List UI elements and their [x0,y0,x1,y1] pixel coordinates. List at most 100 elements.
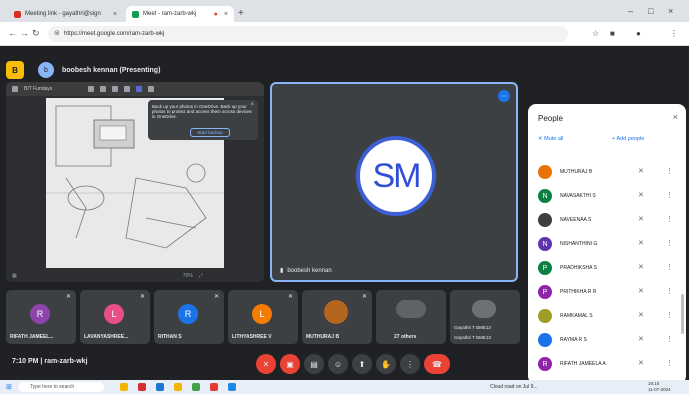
start-backup-button[interactable]: Start backup [190,128,230,137]
add-people-label: Add people [616,136,645,142]
participant-tile[interactable]: ✕ L LAVANYASHREE... [80,290,150,344]
weather-widget[interactable]: Cloud road on Jul 9... [490,384,538,390]
mic-off-icon[interactable]: ✕ [638,215,644,223]
list-item[interactable]: P PRADHIKSHA S ✕ ⋮ [528,258,686,278]
scrollbar[interactable] [681,294,684,334]
taskbar-app-icon[interactable] [228,383,236,391]
more-vert-icon[interactable]: ⋮ [666,239,673,247]
more-vert-icon[interactable]: ⋮ [666,359,673,367]
more-vert-icon[interactable]: ⋮ [666,311,673,319]
taskbar-app-icon[interactable] [120,383,128,391]
close-popup-icon[interactable]: × [250,102,254,108]
participant-tile[interactable]: ✕ L LITHYASHREE V [228,290,298,344]
windows-start-icon[interactable]: ⊞ [6,383,12,391]
onedrive-backup-popup: × Back up your photos in OneDrive. Back … [148,100,258,140]
more-vert-icon[interactable]: ⋮ [666,191,673,199]
present-button[interactable]: ⬆ [352,354,372,374]
mic-off-icon[interactable]: ✕ [638,263,644,271]
taskbar-app-icon[interactable] [138,383,146,391]
close-tab-icon[interactable]: × [224,11,228,18]
minimize-icon[interactable]: – [628,6,633,16]
mic-off-icon[interactable]: ✕ [638,239,644,247]
meeting-code: ram-zarb-wkj [44,358,88,365]
list-item[interactable]: RAMKAMAL S ✕ ⋮ [528,306,686,326]
browser-tab-meeting-link[interactable]: Meeting link - gayathri@sign × [8,6,123,22]
close-tab-icon[interactable]: × [113,11,117,18]
participant-name: PRADHIKSHA S [560,265,597,271]
site-info-icon[interactable]: ⊜ [54,29,60,37]
list-item[interactable]: P PRITHIKHA R R ✕ ⋮ [528,282,686,302]
raise-hand-button[interactable]: ✋ [376,354,396,374]
search-text: Type here to search [30,384,75,390]
maximize-icon[interactable]: □ [648,6,653,16]
grid-icon: ▦ [12,273,17,279]
list-item[interactable]: R RIFATH JAMEELA A ✕ ⋮ [528,354,686,374]
fullscreen-icon[interactable]: ⤢ [199,273,203,279]
more-options-button[interactable]: ⋮ [400,354,420,374]
camera-toggle-button[interactable]: ▣ [280,354,300,374]
forward-icon[interactable]: → [20,28,29,38]
list-item[interactable]: RAYMA R S ✕ ⋮ [528,330,686,350]
star-icon[interactable]: ☆ [592,29,599,38]
add-person-icon: + [612,136,616,142]
shared-window-title: BIT Fundays [24,86,53,92]
participant-tile[interactable]: ✕ R RITHAN S [154,290,224,344]
more-vert-icon[interactable]: ⋮ [666,335,673,343]
browser-tab-meet[interactable]: Meet - ram-zarb-wkj ● × [126,6,234,22]
participant-name: MUTHURAJ B [560,169,593,175]
mic-off-icon[interactable]: ✕ [638,359,644,367]
more-vert-icon[interactable]: ⋮ [666,263,673,271]
url-text: https://meet.google.com/ram-zarb-wkj [64,31,165,37]
menu-icon[interactable]: ⋮ [670,29,678,38]
reload-icon[interactable]: ↻ [32,28,40,39]
add-people-button[interactable]: + Add people [612,136,644,142]
clock-date: 11-07-2024 [648,387,671,392]
new-tab-icon[interactable]: + [238,8,244,19]
taskbar-app-icon[interactable] [174,383,182,391]
back-icon[interactable]: ← [8,28,17,38]
list-item[interactable]: N NAVASAKTHI S ✕ ⋮ [528,186,686,206]
meeting-separator: | [40,358,43,365]
mic-toggle-button[interactable]: ✕ [256,354,276,374]
close-panel-icon[interactable]: × [673,112,678,122]
taskbar-app-icon[interactable] [192,383,200,391]
address-bar: ← → ↻ ⊜ https://meet.google.com/ram-zarb… [0,22,689,46]
mic-off-icon[interactable]: ✕ [638,311,644,319]
meet-menu-icon[interactable]: B [6,61,24,79]
participant-name-secondary: Gayathri T BME13 [454,335,491,340]
url-field[interactable]: ⊜ https://meet.google.com/ram-zarb-wkj [48,26,568,42]
taskbar-app-icon[interactable] [156,383,164,391]
participant-tile[interactable]: ✕ MUTHURAJ B [302,290,372,344]
participant-tile[interactable]: Gayathri T BME13 Gayathri T BME13 [450,290,520,344]
mic-off-icon[interactable]: ✕ [638,335,644,343]
more-vert-icon[interactable]: ⋮ [666,167,673,175]
more-options-icon[interactable]: ⋯ [498,90,510,102]
participant-tile[interactable]: ✕ R RIFATH JAMEEL... [6,290,76,344]
mic-off-icon[interactable]: ✕ [638,191,644,199]
list-item[interactable]: NAVEENAA S ✕ ⋮ [528,210,686,230]
taskbar-search[interactable]: Type here to search [18,382,104,392]
list-item[interactable]: MUTHURAJ B ✕ ⋮ [528,162,686,182]
participant-tile-sm[interactable]: ⋯ SM ▮ boobesh kennan [270,82,518,282]
more-vert-icon[interactable]: ⋮ [666,287,673,295]
emoji-button[interactable]: ☺ [328,354,348,374]
participant-name: NAVEENAA S [560,217,592,223]
extension-icon[interactable]: ■ [610,29,615,38]
more-vert-icon[interactable]: ⋮ [666,215,673,223]
close-window-icon[interactable]: × [668,6,673,16]
screen-share-tile[interactable]: BIT Fundays × Back up your photos in One… [6,82,264,282]
toolbar-tool-icon [88,86,95,92]
list-item[interactable]: N NISHANTHINI G ✕ ⋮ [528,234,686,254]
mic-off-icon[interactable]: ✕ [638,287,644,295]
mute-all-button[interactable]: ✕ Mute all [538,136,563,142]
others-tile[interactable]: 27 others [376,290,446,344]
tile-name-label: ▮ boobesh kennan [280,267,332,275]
participant-name: MUTHURAJ B [306,334,340,340]
meeting-time: 7:10 PM [12,358,39,365]
taskbar-clock[interactable]: 19:10 11-07-2024 [648,381,671,393]
taskbar-app-icon[interactable] [210,383,218,391]
leave-call-button[interactable]: ☎ [424,354,450,374]
captions-button[interactable]: ▤ [304,354,324,374]
profile-icon[interactable]: ● [636,29,641,38]
mic-off-icon[interactable]: ✕ [638,167,644,175]
